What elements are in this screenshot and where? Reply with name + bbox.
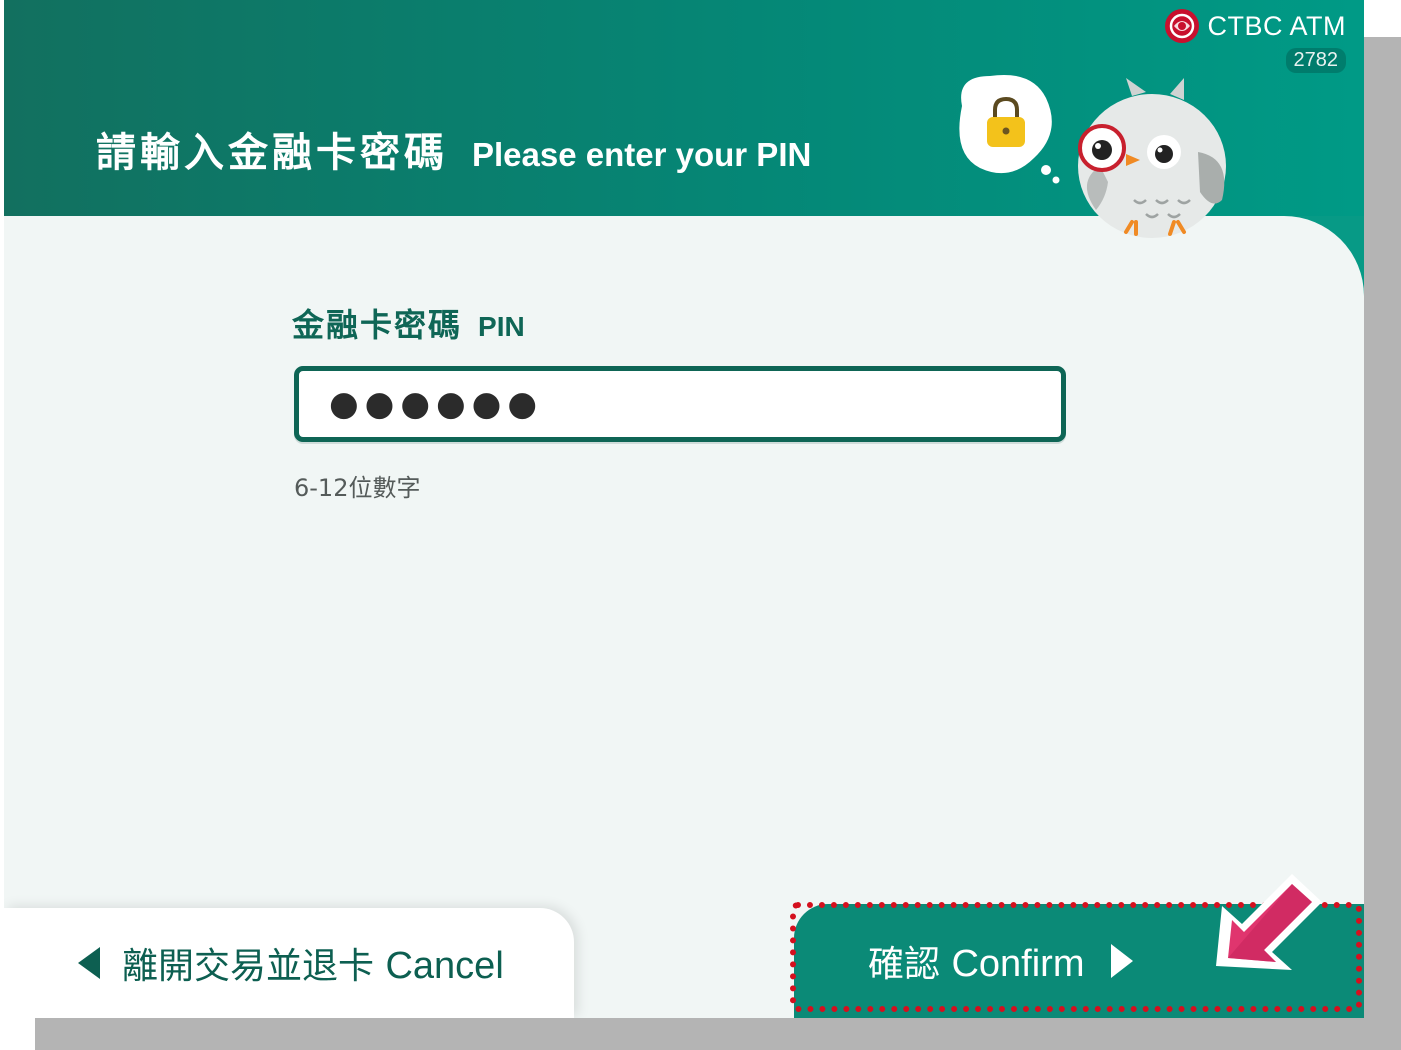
ctbc-logo-icon (1164, 9, 1199, 43)
page-title: 請輸入金融卡密碼 Please enter your PIN (96, 120, 811, 178)
page-title-zh: 請輸入金融卡密碼 (96, 130, 448, 176)
owl-mascot (959, 74, 1226, 238)
header-bar: 請輸入金融卡密碼 Please enter your PIN CTBC ATM … (4, 0, 1364, 238)
brand-name: CTBC ATM (1207, 10, 1346, 41)
pin-masked-value: ●●●●●● (329, 384, 544, 424)
pin-label-en: PIN (478, 311, 525, 342)
cancel-label-zh: 離開交易並退卡 (122, 946, 375, 987)
atm-screen: 請輸入金融卡密碼 Please enter your PIN CTBC ATM … (4, 0, 1364, 1018)
cancel-button[interactable]: 離開交易並退卡 Cancel (4, 908, 574, 1018)
atm-id: 2782 (1285, 48, 1346, 73)
cancel-label-en: Cancel (385, 945, 504, 987)
triangle-left-icon (78, 947, 100, 979)
page-title-en: Please enter your PIN (472, 136, 812, 173)
pin-hint: 6-12位數字 (294, 474, 421, 502)
pin-label-zh: 金融卡密碼 (292, 306, 463, 344)
pin-field-label: 金融卡密碼 PIN (292, 300, 525, 346)
pin-input[interactable]: ●●●●●● (294, 366, 1066, 442)
header-corner (1274, 216, 1364, 296)
pin-form: 金融卡密碼 PIN ●●●●●● 6-12位數字 (292, 300, 1066, 502)
brand: CTBC ATM 2782 (1164, 8, 1346, 73)
pointer-arrow-icon (1216, 874, 1322, 970)
cancel-label: 離開交易並退卡 Cancel (122, 937, 504, 989)
